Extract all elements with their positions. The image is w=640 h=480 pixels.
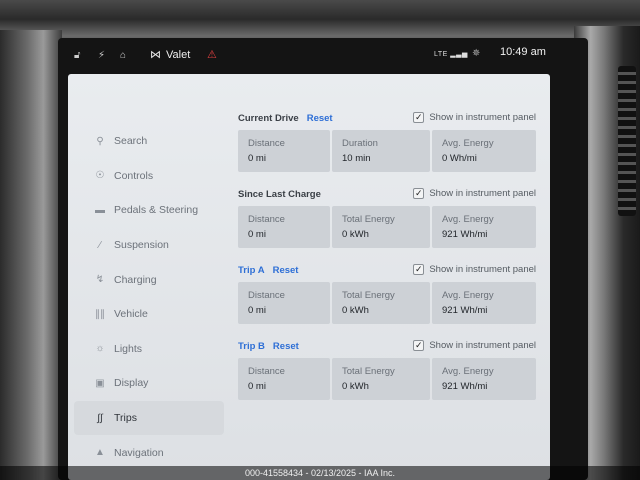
settings-sidebar: ⚲ Search ☉ Controls ▬ Pedals & Steering ∕ Su… bbox=[74, 124, 224, 470]
air-vent bbox=[618, 66, 636, 216]
section-trip-b: Trip B Reset ✓ Show in instrument panel D… bbox=[238, 338, 538, 400]
touchscreen: 🔓︎ ⚡︎ ⌂ ⋈ Valet ⚠︎ LTE ▂▃▅ ✵ 10:49 am ⚲ S… bbox=[58, 38, 588, 480]
stat-card-distance: Distance 0 mi bbox=[238, 130, 330, 172]
stat-card-total-energy: Total Energy 0 kWh bbox=[332, 358, 430, 400]
sidebar-item-controls[interactable]: ☉ Controls bbox=[74, 159, 224, 194]
stat-card-avg-energy: Avg. Energy 921 Wh/mi bbox=[432, 358, 536, 400]
show-in-panel-toggle[interactable]: ✓ Show in instrument panel bbox=[413, 188, 536, 199]
stat-card-duration: Duration 10 min bbox=[332, 130, 430, 172]
valet-mode[interactable]: ⋈ Valet bbox=[150, 48, 191, 62]
sidebar-item-lights[interactable]: ☼ Lights bbox=[74, 332, 224, 367]
sun-icon: ☼ bbox=[95, 343, 105, 355]
watermark: 000-41558434 - 02/13/2025 - IAA Inc. bbox=[0, 466, 640, 480]
dashboard-bezel-left bbox=[0, 30, 62, 480]
valet-icon: ⋈ bbox=[150, 49, 161, 61]
valet-label: Valet bbox=[166, 48, 191, 61]
sliders-icon: ∥∥ bbox=[95, 308, 105, 320]
section-title: Trip B bbox=[238, 340, 265, 352]
section-since-last-charge: Since Last Charge ✓ Show in instrument pa… bbox=[238, 186, 538, 248]
reset-trip-b-button[interactable]: Reset bbox=[273, 341, 299, 352]
stat-card-total-energy: Total Energy 0 kWh bbox=[332, 282, 430, 324]
checkbox-checked-icon[interactable]: ✓ bbox=[413, 188, 425, 199]
checkbox-checked-icon[interactable]: ✓ bbox=[413, 264, 425, 275]
reset-current-drive-button[interactable]: Reset bbox=[307, 113, 333, 124]
stat-card-avg-energy: Avg. Energy 921 Wh/mi bbox=[432, 206, 536, 248]
car-icon: ▬ bbox=[95, 204, 105, 216]
stat-card-avg-energy: Avg. Energy 921 Wh/mi bbox=[432, 282, 536, 324]
section-title: Trip A bbox=[238, 264, 265, 276]
display-icon: ▣ bbox=[95, 377, 105, 389]
sidebar-item-charging[interactable]: ↯ Charging bbox=[74, 262, 224, 297]
lte-signal: LTE ▂▃▅ bbox=[434, 51, 468, 58]
show-in-panel-toggle[interactable]: ✓ Show in instrument panel bbox=[413, 264, 536, 275]
lock-icon[interactable]: 🔓︎ bbox=[74, 50, 80, 61]
sidebar-item-pedals-steering[interactable]: ▬ Pedals & Steering bbox=[74, 193, 224, 228]
bolt-icon[interactable]: ⚡︎ bbox=[98, 50, 105, 61]
trips-content: Current Drive Reset ✓ Show in instrument … bbox=[238, 110, 538, 414]
home-icon[interactable]: ⌂ bbox=[120, 50, 126, 61]
sidebar-item-vehicle[interactable]: ∥∥ Vehicle bbox=[74, 297, 224, 332]
warning-icon[interactable]: ⚠︎ bbox=[207, 48, 217, 61]
section-trip-a: Trip A Reset ✓ Show in instrument panel D… bbox=[238, 262, 538, 324]
section-current-drive: Current Drive Reset ✓ Show in instrument … bbox=[238, 110, 538, 172]
signal-bars-icon: ▂▃▅ bbox=[447, 51, 468, 58]
bolt-icon: ↯ bbox=[95, 274, 105, 286]
bluetooth-icon[interactable]: ✵ bbox=[472, 48, 480, 59]
section-title: Since Last Charge bbox=[238, 188, 321, 200]
sidebar-item-display[interactable]: ▣ Display bbox=[74, 366, 224, 401]
toggle-icon: ☉ bbox=[95, 170, 105, 182]
sidebar-item-suspension[interactable]: ∕ Suspension bbox=[74, 228, 224, 263]
show-in-panel-toggle[interactable]: ✓ Show in instrument panel bbox=[413, 112, 536, 123]
navigation-icon: ▲ bbox=[95, 447, 105, 459]
checkbox-checked-icon[interactable]: ✓ bbox=[413, 340, 425, 351]
stat-card-distance: Distance 0 mi bbox=[238, 358, 330, 400]
show-in-panel-toggle[interactable]: ✓ Show in instrument panel bbox=[413, 340, 536, 351]
section-title: Current Drive bbox=[238, 112, 299, 124]
sidebar-item-trips[interactable]: ∫∫ Trips bbox=[74, 400, 224, 436]
checkbox-checked-icon[interactable]: ✓ bbox=[413, 112, 425, 123]
sidebar-item-search[interactable]: ⚲ Search bbox=[74, 124, 224, 159]
stat-card-distance: Distance 0 mi bbox=[238, 282, 330, 324]
stat-card-avg-energy: Avg. Energy 0 Wh/mi bbox=[432, 130, 536, 172]
sidebar-item-navigation[interactable]: ▲ Navigation bbox=[74, 435, 224, 470]
stat-card-distance: Distance 0 mi bbox=[238, 206, 330, 248]
reset-trip-a-button[interactable]: Reset bbox=[273, 265, 299, 276]
wrench-icon: ∕ bbox=[99, 239, 101, 251]
search-icon: ⚲ bbox=[96, 135, 104, 147]
stat-card-total-energy: Total Energy 0 kWh bbox=[332, 206, 430, 248]
status-bar: 🔓︎ ⚡︎ ⌂ ⋈ Valet ⚠︎ LTE ▂▃▅ ✵ 10:49 am bbox=[58, 38, 588, 74]
trips-icon: ∫∫ bbox=[97, 412, 103, 424]
settings-panel: ⚲ Search ☉ Controls ▬ Pedals & Steering ∕ Su… bbox=[68, 74, 550, 480]
clock: 10:49 am bbox=[500, 46, 546, 58]
